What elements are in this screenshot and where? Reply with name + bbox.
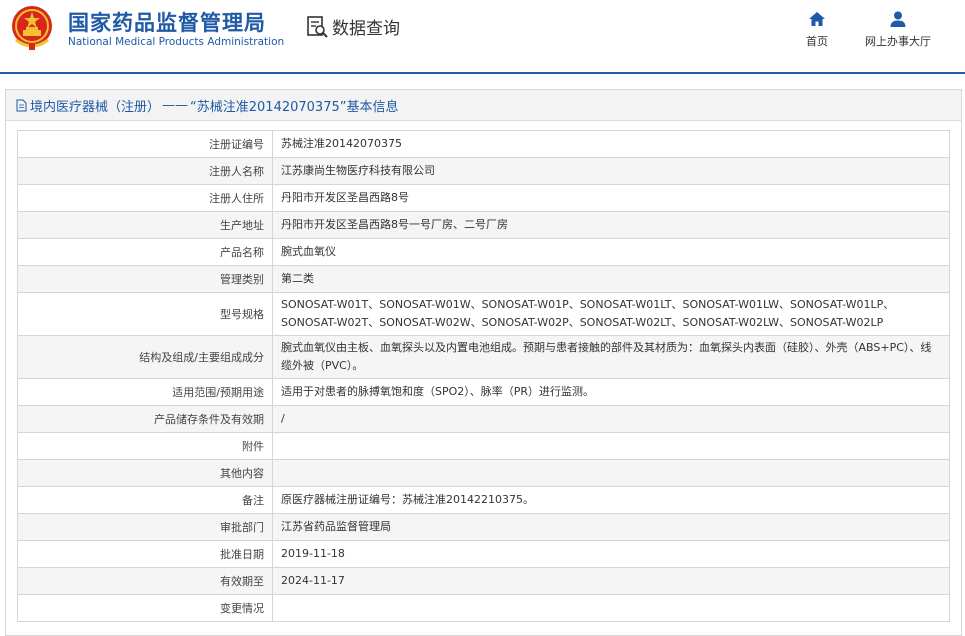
field-value: 丹阳市开发区圣昌西路8号一号厂房、二号厂房: [272, 211, 950, 239]
site-header: 国家药品监督管理局 National Medical Products Admi…: [0, 0, 965, 72]
field-value: [272, 594, 950, 622]
detail-panel: 境内医疗器械（注册） —— “苏械注准20142070375”基本信息 注册证编…: [5, 89, 962, 636]
site-name-cn: 国家药品监督管理局: [68, 11, 266, 35]
national-emblem-icon: [12, 6, 52, 50]
field-value: 适用于对患者的脉搏氧饱和度（SPO2）、脉率（PR）进行监测。: [272, 378, 950, 406]
panel-record-title: “苏械注准20142070375”基本信息: [190, 99, 399, 115]
table-row: 附件: [17, 432, 950, 460]
panel-title: 境内医疗器械（注册） —— “苏械注准20142070375”基本信息: [6, 90, 961, 121]
field-value: 腕式血氧仪由主板、血氧探头以及内置电池组成。预期与患者接触的部件及其材质为：血氧…: [272, 335, 950, 379]
data-query-label: 数据查询: [332, 19, 400, 39]
site-name-en: National Medical Products Administration: [68, 36, 285, 48]
field-value: 江苏省药品监督管理局: [272, 513, 950, 541]
nav-online-hall[interactable]: 网上办事大厅: [858, 10, 938, 49]
field-label: 注册人名称: [17, 157, 273, 185]
field-value: 原医疗器械注册证编号：苏械注准20142210375。: [272, 486, 950, 514]
field-label: 产品名称: [17, 238, 273, 266]
table-row: 其他内容: [17, 459, 950, 487]
field-label: 适用范围/预期用途: [17, 378, 273, 406]
field-label: 其他内容: [17, 459, 273, 487]
panel-category: 境内医疗器械（注册）: [30, 99, 161, 115]
table-row: 有效期至 2024-11-17: [17, 567, 950, 595]
field-label: 管理类别: [17, 265, 273, 293]
nav-online-hall-label: 网上办事大厅: [865, 35, 931, 48]
field-label: 注册人住所: [17, 184, 273, 212]
table-row: 注册人住所 丹阳市开发区圣昌西路8号: [17, 184, 950, 212]
header-divider: [0, 72, 965, 74]
field-value: /: [272, 405, 950, 433]
nav-home-label: 首页: [806, 35, 828, 48]
table-row: 产品储存条件及有效期 /: [17, 405, 950, 433]
table-row: 注册证编号 苏械注准20142070375: [17, 130, 950, 158]
document-icon: [16, 99, 27, 111]
field-label: 审批部门: [17, 513, 273, 541]
home-icon: [809, 12, 825, 26]
table-row: 批准日期 2019-11-18: [17, 540, 950, 568]
field-value: 苏械注准20142070375: [272, 130, 950, 158]
table-row: 审批部门 江苏省药品监督管理局: [17, 513, 950, 541]
field-value: 2024-11-17: [272, 567, 950, 595]
field-value: 腕式血氧仪: [272, 238, 950, 266]
table-row: 结构及组成/主要组成成分 腕式血氧仪由主板、血氧探头以及内置电池组成。预期与患者接…: [17, 335, 950, 379]
table-row: 管理类别 第二类: [17, 265, 950, 293]
user-icon: [890, 11, 906, 27]
field-value: [272, 432, 950, 460]
field-label: 变更情况: [17, 594, 273, 622]
field-value: SONOSAT-W01T、SONOSAT-W01W、SONOSAT-W01P、S…: [272, 292, 950, 336]
data-query-link[interactable]: 数据查询: [306, 14, 400, 39]
nav-home[interactable]: 首页: [798, 10, 836, 49]
field-label: 附件: [17, 432, 273, 460]
table-row: 注册人名称 江苏康尚生物医疗科技有限公司: [17, 157, 950, 185]
field-value: [272, 459, 950, 487]
field-label: 产品储存条件及有效期: [17, 405, 273, 433]
field-label: 结构及组成/主要组成成分: [17, 335, 273, 379]
field-value: 江苏康尚生物医疗科技有限公司: [272, 157, 950, 185]
table-row: 适用范围/预期用途 适用于对患者的脉搏氧饱和度（SPO2）、脉率（PR）进行监测。: [17, 378, 950, 406]
table-row: 产品名称 腕式血氧仪: [17, 238, 950, 266]
field-label: 备注: [17, 486, 273, 514]
field-label: 型号规格: [17, 292, 273, 336]
document-search-icon: [307, 15, 328, 38]
field-label: 有效期至: [17, 567, 273, 595]
field-label: 注册证编号: [17, 130, 273, 158]
table-row: 型号规格 SONOSAT-W01T、SONOSAT-W01W、SONOSAT-W0…: [17, 292, 950, 336]
field-label: 批准日期: [17, 540, 273, 568]
table-row: 变更情况: [17, 594, 950, 622]
field-value: 2019-11-18: [272, 540, 950, 568]
table-row: 生产地址 丹阳市开发区圣昌西路8号一号厂房、二号厂房: [17, 211, 950, 239]
field-value: 第二类: [272, 265, 950, 293]
field-label: 生产地址: [17, 211, 273, 239]
info-table: 注册证编号 苏械注准20142070375 注册人名称 江苏康尚生物医疗科技有限公司注…: [17, 130, 950, 622]
field-value: 丹阳市开发区圣昌西路8号: [272, 184, 950, 212]
panel-separator: ——: [162, 97, 189, 113]
table-row: 备注 原医疗器械注册证编号：苏械注准20142210375。: [17, 486, 950, 514]
